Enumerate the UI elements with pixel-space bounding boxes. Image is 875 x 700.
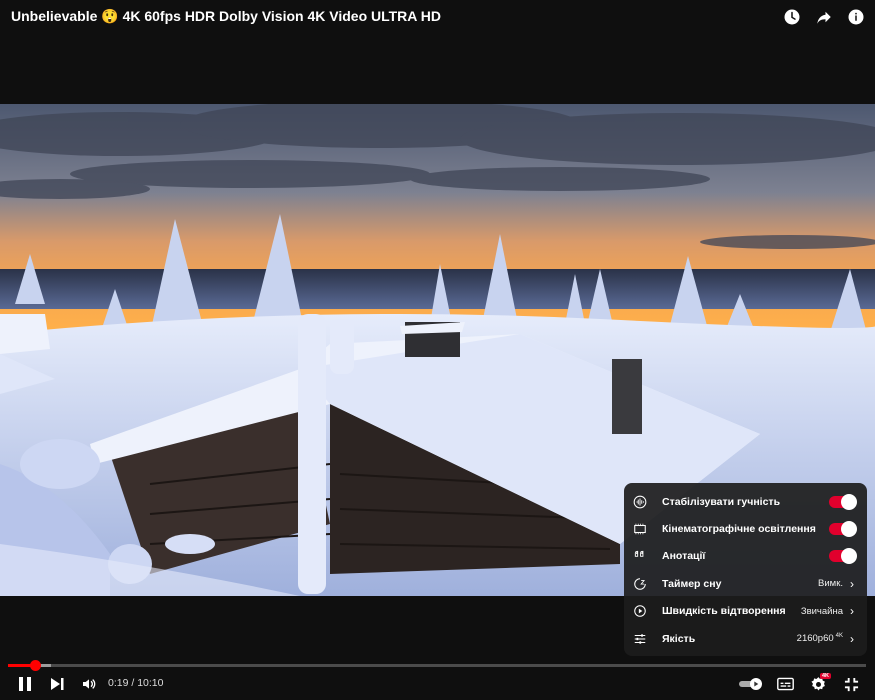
current-time: 0:19 <box>108 677 129 689</box>
top-bar: Unbelievable 😲 4K 60fps HDR Dolby Vision… <box>0 0 875 40</box>
4k-badge: 4K <box>820 673 832 679</box>
pause-button[interactable] <box>14 672 36 696</box>
menu-item-label: Кінематографічне освітлення <box>662 523 816 536</box>
menu-item-label: Анотації <box>662 550 706 563</box>
menu-item-quality[interactable]: Якість 2160p60 4K › <box>624 625 867 652</box>
menu-item-sleep-timer[interactable]: Таймер сну Вимк. › <box>624 570 867 597</box>
fullscreen-button[interactable] <box>840 672 862 696</box>
menu-item-stable-volume[interactable]: Стабілізувати гучність <box>624 488 867 515</box>
menu-item-value: Вимк. <box>818 578 843 590</box>
fullscreen-exit-icon <box>844 677 858 691</box>
sleep-timer-icon <box>632 576 648 592</box>
player-controls: 0:19 / 10:10 <box>0 672 875 696</box>
menu-item-value: 2160p60 4K <box>797 633 843 644</box>
video-title[interactable]: Unbelievable 😲 4K 60fps HDR Dolby Vision… <box>11 8 441 25</box>
duration: 10:10 <box>137 677 164 689</box>
stable-volume-toggle[interactable] <box>829 493 857 510</box>
volume-icon <box>83 679 96 689</box>
menu-item-ambient-mode[interactable]: Кінематографічне освітлення <box>624 515 867 542</box>
settings-menu: Стабілізувати гучність Кінематографічне … <box>624 483 867 656</box>
time-separator: / <box>128 677 138 689</box>
skip-next-icon <box>51 678 64 690</box>
autoplay-toggle-icon <box>739 678 762 690</box>
share-icon <box>817 11 831 24</box>
subtitles-icon <box>776 677 794 691</box>
ambient-screen-icon <box>632 521 648 537</box>
menu-item-label: Стабілізувати гучність <box>662 495 781 508</box>
menu-item-label: Таймер сну <box>662 577 722 590</box>
annotations-toggle[interactable] <box>829 548 857 565</box>
playback-speed-icon <box>632 603 648 619</box>
next-button[interactable] <box>46 672 68 696</box>
menu-item-label: Якість <box>662 632 696 645</box>
ambient-mode-toggle[interactable] <box>829 521 857 538</box>
progress-scrubber-handle[interactable] <box>29 660 41 671</box>
info-icon <box>848 9 864 25</box>
menu-item-label: Швидкість відтворення <box>662 605 786 618</box>
watch-later-button[interactable] <box>781 6 803 28</box>
chevron-right-icon: › <box>850 576 854 591</box>
menu-item-annotations[interactable]: Анотації <box>624 543 867 570</box>
pause-icon <box>19 677 31 691</box>
subtitles-button[interactable] <box>773 672 797 696</box>
menu-item-value: Звичайна <box>800 605 843 617</box>
quality-value: 2160p60 <box>796 633 834 645</box>
menu-item-playback-speed[interactable]: Швидкість відтворення Звичайна › <box>624 598 867 625</box>
progress-bar[interactable] <box>8 660 866 671</box>
quality-sliders-icon <box>632 631 648 647</box>
quality-4k-superscript: 4K <box>835 633 843 640</box>
share-button[interactable] <box>813 6 835 28</box>
annotations-icon <box>632 548 648 564</box>
info-button[interactable] <box>845 6 867 28</box>
autoplay-toggle[interactable] <box>737 672 765 696</box>
chevron-right-icon: › <box>850 631 854 646</box>
clock-icon <box>784 9 800 25</box>
chevron-right-icon: › <box>850 604 854 619</box>
time-display: 0:19 / 10:10 <box>108 677 163 689</box>
waveform-icon <box>632 494 648 510</box>
mute-button[interactable] <box>78 672 100 696</box>
